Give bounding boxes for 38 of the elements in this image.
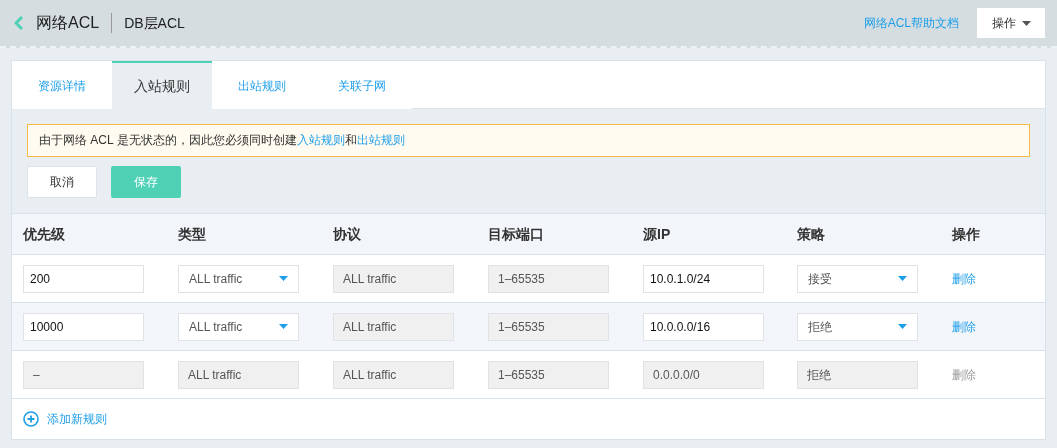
readonly-field: 1–65535 (488, 312, 609, 341)
readonly-field: ALL traffic (333, 264, 454, 293)
text-input[interactable]: 10.0.0.0/16 (643, 312, 764, 341)
caret-icon (898, 276, 907, 281)
actions-dropdown-button[interactable]: 操作 (977, 8, 1045, 38)
readonly-field: 1–65535 (488, 264, 609, 293)
text-input[interactable]: 200 (23, 264, 144, 293)
column-header: 协议 (333, 224, 361, 244)
column-header: 策略 (797, 224, 825, 244)
column-header: 目标端口 (488, 224, 544, 244)
column-header: 优先级 (23, 224, 65, 244)
readonly-field: – (23, 360, 144, 389)
readonly-field: ALL traffic (333, 360, 454, 389)
text-input[interactable]: 10000 (23, 312, 144, 341)
readonly-field: ALL traffic (333, 312, 454, 341)
text-input[interactable]: 10.0.1.0/24 (643, 264, 764, 293)
cancel-button[interactable]: 取消 (27, 166, 97, 198)
page-title: 网络ACL (36, 13, 100, 33)
tab[interactable]: 入站规则 (112, 61, 212, 110)
notice-text: 和 (344, 133, 357, 147)
column-header: 操作 (952, 224, 980, 244)
readonly-field: 拒绝 (797, 360, 918, 389)
notice-text: 由于网络 ACL 是无状态的，因此您必须同时创建 (39, 133, 297, 147)
readonly-field: 0.0.0.0/0 (643, 360, 764, 389)
select-dropdown[interactable]: ALL traffic (178, 264, 299, 293)
readonly-field: ALL traffic (178, 360, 299, 389)
select-dropdown[interactable]: ALL traffic (178, 312, 299, 341)
page-subtitle: DB层ACL (111, 13, 185, 33)
caret-icon (279, 276, 288, 281)
caret-icon (279, 324, 288, 329)
select-dropdown[interactable]: 接受 (797, 264, 918, 293)
column-header: 类型 (178, 224, 206, 244)
caret-icon (1021, 20, 1031, 26)
select-dropdown[interactable]: 拒绝 (797, 312, 918, 341)
readonly-field: 1–65535 (488, 360, 609, 389)
caret-icon (898, 324, 907, 329)
add-icon[interactable] (23, 411, 39, 427)
column-header: 源IP (643, 224, 671, 244)
